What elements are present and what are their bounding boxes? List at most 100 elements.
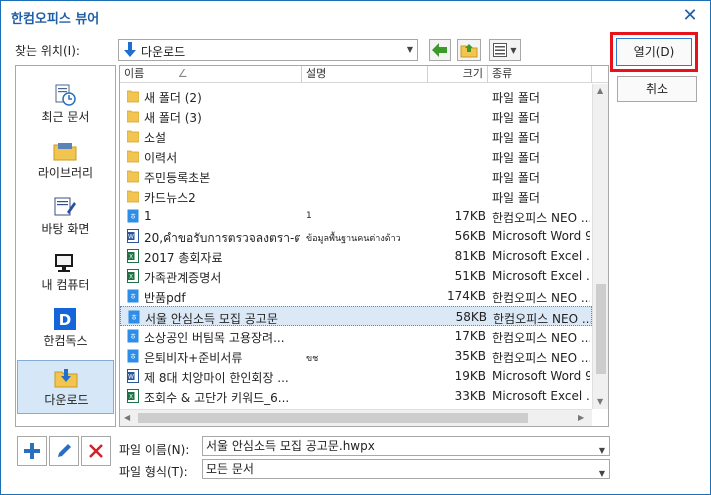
place-downloads[interactable]: 다운로드 (17, 360, 114, 414)
file-row[interactable]: 주민등록초본 파일 폴더 (120, 166, 592, 186)
parent-folder-button[interactable] (457, 39, 481, 61)
column-header-name[interactable]: 이름 ∠ (120, 66, 302, 83)
place-hancom-docs[interactable]: D 한컴독스 (17, 302, 114, 356)
file-type: 파일 폴더 (492, 111, 540, 125)
svg-text:X: X (129, 254, 133, 261)
close-icon[interactable]: ✕ (680, 6, 700, 26)
file-type-value: 모든 문서 (206, 462, 254, 476)
file-size: 56KB (454, 229, 486, 243)
file-row[interactable]: 새 폴더 (2) 파일 폴더 (120, 86, 592, 106)
file-type: Microsoft Word 97... (492, 229, 590, 243)
file-size: 33KB (454, 389, 486, 403)
back-button[interactable] (429, 39, 451, 61)
file-name: 제 8대 치앙마이 한인회장 ... (144, 371, 289, 385)
horizontal-scrollbar[interactable]: ◀ ▶ (120, 409, 592, 426)
open-button-highlight: 열기(D) (610, 32, 698, 72)
file-row[interactable]: ㅎ 소상공인 버팀목 고용장려... 17KB 한컴오피스 NEO ... (120, 326, 592, 346)
column-header-desc[interactable]: 설명 (302, 66, 428, 83)
excel-icon: X (127, 389, 139, 403)
file-row[interactable]: X 2017 총회자료 81KB Microsoft Excel ... (120, 246, 592, 266)
file-type: 파일 폴더 (492, 151, 540, 165)
place-recent-docs[interactable]: 최근 문서 (17, 78, 114, 132)
file-size: 51KB (454, 269, 486, 283)
vertical-scroll-thumb[interactable] (596, 284, 606, 374)
add-place-button[interactable] (17, 436, 47, 466)
hwp-icon: ㅎ (127, 329, 139, 343)
sort-ascending-icon: ∠ (177, 67, 188, 80)
file-row[interactable]: ㅎ 1 1 17KB 한컴오피스 NEO ... (120, 206, 592, 226)
edit-place-button[interactable] (49, 436, 79, 466)
scroll-down-icon[interactable]: ▼ (597, 397, 603, 406)
file-name-value: 서울 안심소득 모집 공고문.hwpx (206, 439, 375, 453)
file-row[interactable]: X 가족관계증명서 51KB Microsoft Excel ... (120, 266, 592, 286)
file-name: 조회수 & 고단가 키워드_6... (144, 391, 290, 405)
file-list-header: 이름 ∠ 설명 크기 종류 (120, 66, 608, 83)
look-in-combo[interactable]: 다운로드 ▼ (118, 39, 418, 61)
svg-text:X: X (129, 394, 133, 401)
file-name: 새 폴더 (3) (144, 111, 202, 125)
column-header-type[interactable]: 종류 (488, 66, 592, 83)
view-menu-button[interactable]: ▼ (489, 39, 521, 61)
file-row[interactable]: ㅎ 서울 안심소득 모집 공고문 58KB 한컴오피스 NEO ... (120, 306, 592, 326)
file-row[interactable]: W 제 8대 치앙마이 한인회장 ... 19KB Microsoft Word 97… (120, 366, 592, 386)
file-size: 81KB (454, 249, 486, 263)
pencil-icon (58, 444, 71, 457)
file-row[interactable]: X 조회수 & 고단가 키워드_6... 33KB Microsoft Excel .… (120, 386, 592, 406)
svg-text:ㅎ: ㅎ (129, 332, 136, 341)
file-type: 파일 폴더 (492, 171, 540, 185)
file-name: 이력서 (144, 151, 178, 165)
file-type: 파일 폴더 (492, 91, 540, 105)
file-type-select[interactable]: 모든 문서 ▼ (202, 459, 610, 479)
svg-text:ㅎ: ㅎ (129, 212, 136, 221)
delete-x-icon (89, 444, 103, 458)
file-size: 35KB (454, 349, 486, 363)
file-type: 한컴오피스 NEO ... (492, 331, 590, 345)
hancom-docs-icon: D (54, 308, 76, 330)
column-header-size[interactable]: 크기 (428, 66, 488, 83)
place-label: 최근 문서 (41, 110, 90, 124)
file-row[interactable]: 새 폴더 (3) 파일 폴더 (120, 106, 592, 126)
excel-icon: X (127, 269, 139, 283)
folder-icon (126, 129, 140, 143)
folder-icon (126, 109, 140, 123)
file-type: 한컴오피스 NEO ... (492, 291, 590, 305)
scroll-right-icon[interactable]: ▶ (578, 413, 584, 422)
place-label: 바탕 화면 (41, 222, 90, 236)
file-row[interactable]: ㅎ 은퇴비자+준비서류 ขช 35KB 한컴오피스 NEO ... (120, 346, 592, 366)
file-name-field[interactable]: 서울 안심소득 모집 공고문.hwpx ▼ (202, 436, 610, 456)
scroll-left-icon[interactable]: ◀ (124, 413, 130, 422)
file-row[interactable]: W20,คำขอรับการตรวจลงตรา-ตม,87ข้อมูลพื้นฐ… (120, 226, 592, 246)
file-size: 174KB (446, 289, 486, 303)
desktop-icon (54, 197, 76, 216)
file-list[interactable]: 이름 ∠ 설명 크기 종류 새 폴더 (2) 파일 폴더새 폴더 (3) 파일 폴더… (119, 65, 609, 427)
svg-text:D: D (59, 311, 71, 329)
file-name: 주민등록초본 (144, 171, 211, 185)
folder-icon (126, 149, 140, 163)
svg-text:X: X (129, 274, 133, 281)
place-desktop[interactable]: 바탕 화면 (17, 190, 114, 244)
file-row[interactable]: ㅎ 반품pdf 174KB 한컴오피스 NEO ... (120, 286, 592, 306)
scroll-up-icon[interactable]: ▲ (597, 86, 603, 95)
hwp-icon: ㅎ (127, 349, 139, 363)
file-type: 한컴오피스 NEO ... (493, 312, 591, 326)
cancel-button[interactable]: 취소 (617, 76, 697, 102)
horizontal-scroll-thumb[interactable] (138, 413, 528, 423)
place-my-computer[interactable]: 내 컴퓨터 (17, 246, 114, 300)
file-name-label: 파일 이름(N): (119, 443, 190, 457)
chevron-down-icon[interactable]: ▼ (407, 45, 413, 54)
file-row[interactable]: 소설 파일 폴더 (120, 126, 592, 146)
chevron-down-icon[interactable]: ▼ (599, 465, 605, 483)
chevron-down-icon[interactable]: ▼ (599, 442, 605, 460)
file-row[interactable]: 카드뉴스2 파일 폴더 (120, 186, 592, 206)
file-row[interactable]: 이력서 파일 폴더 (120, 146, 592, 166)
folder-icon (126, 89, 140, 103)
library-icon (53, 143, 77, 161)
file-type: 파일 폴더 (492, 131, 540, 145)
remove-place-button[interactable] (81, 436, 111, 466)
back-arrow-icon (432, 43, 447, 57)
downloads-icon (54, 369, 78, 388)
vertical-scrollbar[interactable]: ▲ ▼ (592, 84, 608, 409)
place-library[interactable]: 라이브러리 (17, 134, 114, 188)
file-type: Microsoft Excel ... (492, 249, 590, 263)
open-button[interactable]: 열기(D) (616, 38, 692, 66)
